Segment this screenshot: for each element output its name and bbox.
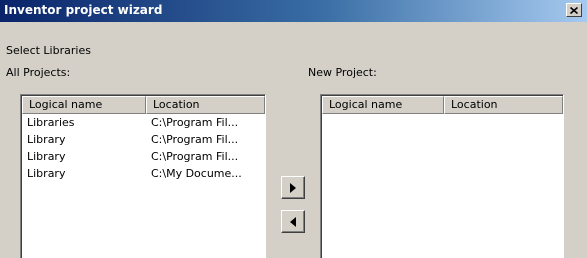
all-projects-header: Logical name Location	[22, 96, 265, 114]
new-project-listview[interactable]: Logical name Location	[320, 94, 564, 258]
new-project-header: Logical name Location	[322, 96, 563, 114]
triangle-left-icon	[290, 216, 296, 227]
logical-name-cell: Libraries	[27, 116, 75, 129]
location-cell: C:\My Docume...	[151, 167, 242, 180]
column-header-logical-name[interactable]: Logical name	[322, 96, 444, 114]
triangle-right-icon	[290, 182, 296, 193]
table-row[interactable]: Library C:\Program Fil...	[22, 149, 265, 166]
window-title: Inventor project wizard	[4, 3, 163, 17]
logical-name-cell: Library	[27, 150, 66, 163]
new-project-label: New Project:	[308, 66, 377, 79]
all-projects-label: All Projects:	[6, 66, 71, 79]
column-header-location[interactable]: Location	[146, 96, 265, 114]
table-row[interactable]: Library C:\Program Fil...	[22, 132, 265, 149]
wizard-dialog: Inventor project wizard Select Libraries…	[0, 0, 587, 258]
column-header-logical-name[interactable]: Logical name	[22, 96, 146, 114]
location-cell: C:\Program Fil...	[151, 150, 239, 163]
location-cell: C:\Program Fil...	[151, 133, 239, 146]
table-row[interactable]: Libraries C:\Program Fil...	[22, 115, 265, 132]
add-to-project-button[interactable]	[281, 176, 305, 199]
section-label: Select Libraries	[6, 44, 91, 57]
close-icon	[570, 6, 578, 14]
table-row[interactable]: Library C:\My Docume...	[22, 166, 265, 183]
logical-name-cell: Library	[27, 133, 66, 146]
all-projects-listview[interactable]: Logical name Location Libraries C:\Progr…	[20, 94, 266, 258]
column-header-location[interactable]: Location	[444, 96, 563, 114]
close-button[interactable]	[566, 3, 582, 17]
logical-name-cell: Library	[27, 167, 66, 180]
remove-from-project-button[interactable]	[281, 210, 305, 233]
title-bar[interactable]: Inventor project wizard	[0, 0, 587, 22]
all-projects-rows: Libraries C:\Program Fil... Library C:\P…	[22, 115, 265, 183]
location-cell: C:\Program Fil...	[151, 116, 239, 129]
